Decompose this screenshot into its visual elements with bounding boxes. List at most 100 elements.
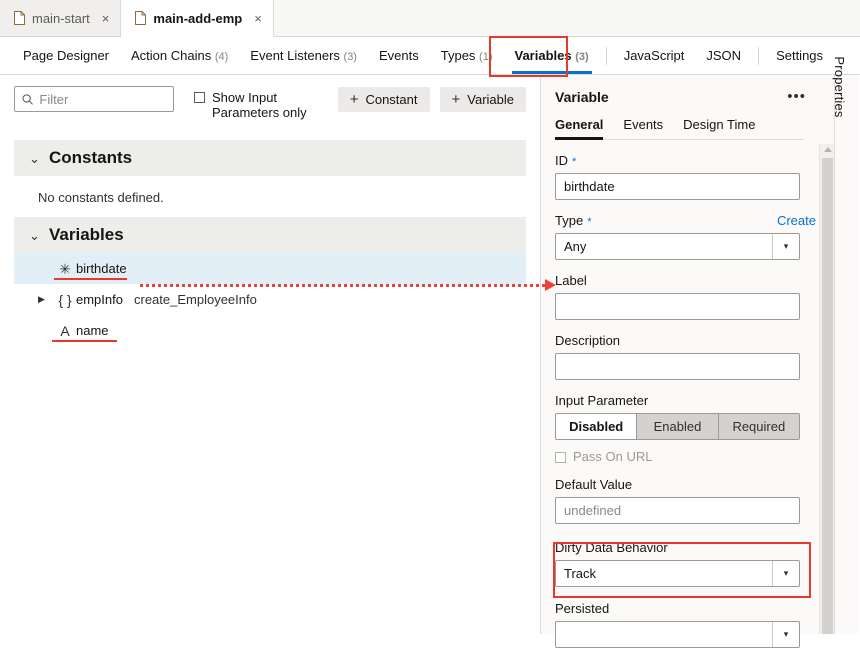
label-label: Label [555,273,587,288]
main-content: Show Input Parameters only + Constant + … [0,75,860,634]
string-type-icon: A [54,324,76,338]
type-select[interactable]: Any ▾ [555,233,800,260]
tab-javascript[interactable]: JavaScript [613,37,696,74]
editor-tab-bar: Page Designer Action Chains (4) Event Li… [0,37,860,75]
underline-annotation [54,278,127,280]
filter-field[interactable] [14,86,174,112]
id-input[interactable] [555,173,800,200]
dirty-data-behavior-label-row: Dirty Data Behavior [555,540,818,555]
tab-page-designer[interactable]: Page Designer [12,37,120,74]
required-marker: * [572,156,576,168]
tab-types[interactable]: Types (1) [430,37,504,74]
document-icon [14,11,25,25]
segment-label: Disabled [569,419,623,434]
variables-toolbar: Show Input Parameters only + Constant + … [0,75,540,120]
filter-input[interactable] [39,92,166,107]
object-type-icon: { } [54,293,76,307]
file-tab-bar-filler [274,0,860,36]
segment-disabled[interactable]: Disabled [556,414,637,439]
type-select-value: Any [556,239,772,254]
file-tab-close-icon[interactable]: × [254,12,262,25]
file-tab-main-add-emp[interactable]: main-add-emp × [121,0,273,37]
scroll-up-icon[interactable] [824,147,832,152]
dirty-data-behavior-label: Dirty Data Behavior [555,540,668,555]
any-type-icon: ✳ [54,262,76,276]
id-label-row: ID * [555,153,818,168]
tab-label: Types [441,48,476,63]
overflow-menu-icon[interactable]: ••• [787,89,806,104]
properties-tab-general[interactable]: General [555,117,603,139]
tab-label: Settings [776,48,823,63]
tab-variables[interactable]: Variables (3) [504,37,600,74]
pass-on-url-checkbox: Pass On URL [555,449,818,464]
tab-count: (3) [575,51,588,63]
input-parameter-segmented-control: Disabled Enabled Required [555,413,800,440]
checkbox-box[interactable] [194,92,205,103]
tab-settings[interactable]: Settings [765,37,834,74]
variable-type: create_EmployeeInfo [134,292,257,307]
file-tab-main-start[interactable]: main-start × [0,0,121,36]
chevron-down-icon[interactable]: ▾ [773,242,799,251]
tab-label: General [555,117,603,132]
description-input[interactable] [555,353,800,380]
properties-scrollbar[interactable] [819,144,835,634]
tab-count: (4) [215,51,228,63]
variable-row-name[interactable]: A name [14,315,526,346]
properties-tab-bar: General Events Design Time [555,113,804,140]
label-label-row: Label [555,273,818,288]
chevron-down-icon[interactable]: ▾ [773,630,799,639]
dirty-data-behavior-select[interactable]: Track ▾ [555,560,800,587]
id-label: ID [555,153,568,168]
variables-section-header[interactable]: ⌄ Variables [14,217,526,253]
description-label-row: Description [555,333,818,348]
label-input[interactable] [555,293,800,320]
checkbox-box [555,452,566,463]
dirty-data-behavior-group: Dirty Data Behavior Track ▾ [555,540,818,587]
properties-vertical-tab[interactable]: Properties [834,75,859,634]
document-icon [135,11,146,25]
file-tab-bar: main-start × main-add-emp × [0,0,860,37]
persisted-select[interactable]: ▾ [555,621,800,648]
scrollbar-thumb[interactable] [822,158,833,634]
variable-row-empinfo[interactable]: ▶ { } empInfo create_EmployeeInfo [14,284,526,315]
constants-section-header[interactable]: ⌄ Constants [14,140,526,176]
search-icon [22,93,33,106]
properties-tab-design-time[interactable]: Design Time [683,117,755,139]
input-parameter-label-row: Input Parameter [555,393,818,408]
create-type-link[interactable]: Create [777,213,818,228]
properties-title: Variable [555,89,609,105]
persisted-label: Persisted [555,601,609,616]
tab-count: (1) [479,51,492,63]
properties-vertical-label: Properties [832,56,847,117]
file-tab-label: main-add-emp [153,11,242,26]
tab-count: (3) [344,51,357,63]
input-parameter-label: Input Parameter [555,393,648,408]
tab-label: Events [623,117,663,132]
segment-required[interactable]: Required [719,414,799,439]
constants-section-title: Constants [49,148,132,168]
show-input-parameters-only-checkbox[interactable]: Show Input Parameters only [194,86,314,120]
chevron-right-icon[interactable]: ▶ [38,295,54,304]
type-label-row: Type * Create [555,213,818,228]
tab-label: Events [379,48,419,63]
tab-events[interactable]: Events [368,37,430,74]
variable-row-birthdate[interactable]: ✳ birthdate [14,253,526,284]
default-value-label-row: Default Value [555,477,818,492]
chevron-down-icon[interactable]: ▾ [773,569,799,578]
add-constant-button[interactable]: + Constant [338,87,430,112]
default-value-input[interactable] [555,497,800,524]
tab-action-chains[interactable]: Action Chains (4) [120,37,239,74]
tab-event-listeners[interactable]: Event Listeners (3) [239,37,368,74]
tab-json[interactable]: JSON [695,37,752,74]
add-buttons-group: + Constant + Variable [338,86,526,112]
file-tab-close-icon[interactable]: × [102,12,110,25]
segment-enabled[interactable]: Enabled [637,414,718,439]
default-value-group: Default Value [555,477,818,524]
file-tab-label: main-start [32,11,90,26]
plus-icon: + [452,92,461,107]
required-marker: * [587,216,591,228]
add-variable-button[interactable]: + Variable [440,87,527,112]
variable-name: empInfo [76,292,123,307]
plus-icon: + [350,92,359,107]
properties-tab-events[interactable]: Events [623,117,663,139]
